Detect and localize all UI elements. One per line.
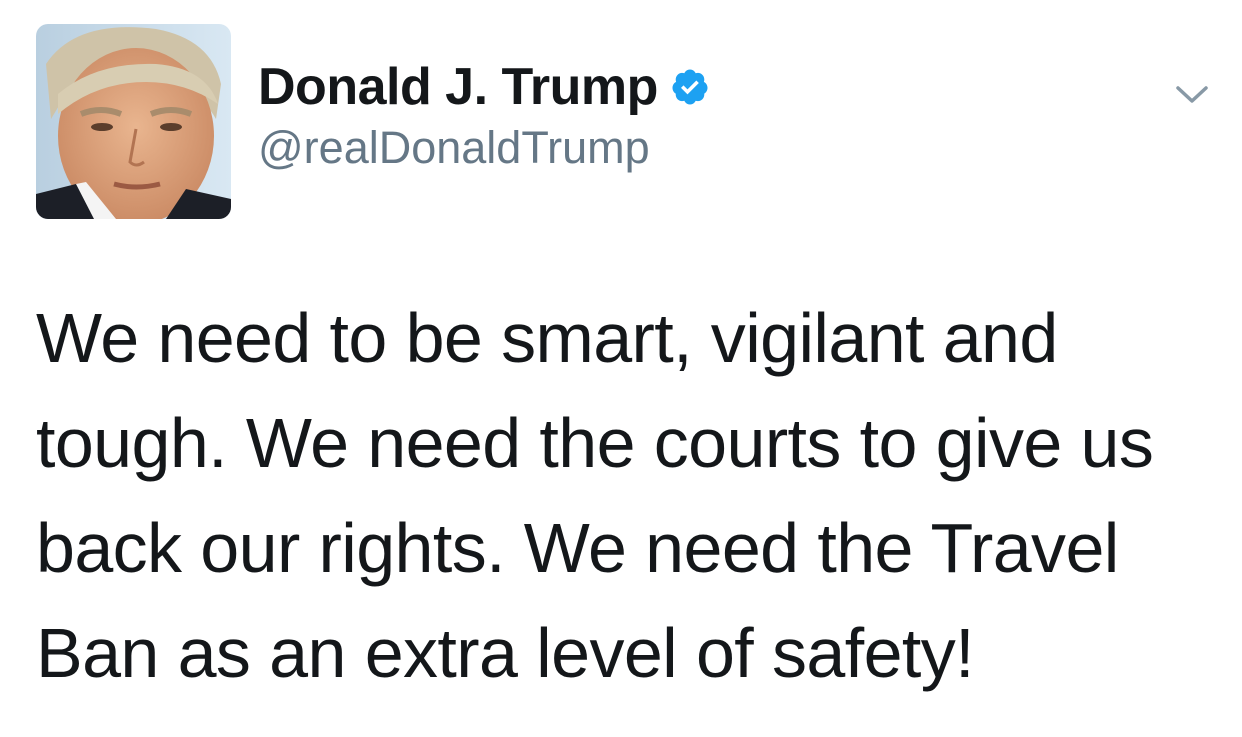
tweet-text-line: We need to be smart, vigilant and bbox=[36, 299, 1058, 377]
verified-badge-icon bbox=[670, 67, 710, 107]
name-row: Donald J. Trump bbox=[258, 56, 710, 118]
tweet-text-line: Ban as an extra level of safety! bbox=[36, 614, 975, 692]
tweet-text-line: tough. We need the courts to give us bbox=[36, 404, 1154, 482]
avatar-image bbox=[36, 24, 231, 219]
tweet-text-line: back our rights. We need the Travel bbox=[36, 509, 1119, 587]
tweet-text: We need to be smart, vigilant and tough.… bbox=[36, 286, 1216, 706]
user-handle[interactable]: @realDonaldTrump bbox=[258, 122, 710, 174]
chevron-down-icon[interactable] bbox=[1172, 80, 1212, 108]
tweet-header: Donald J. Trump @realDonaldTrump bbox=[258, 56, 710, 174]
tweet-card: Donald J. Trump @realDonaldTrump We need… bbox=[0, 0, 1242, 737]
avatar[interactable] bbox=[36, 24, 231, 219]
display-name[interactable]: Donald J. Trump bbox=[258, 57, 658, 117]
